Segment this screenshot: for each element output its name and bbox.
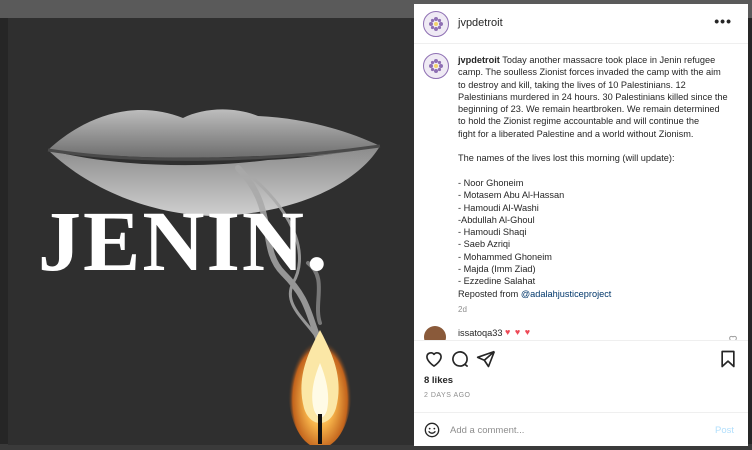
heart-icon[interactable] — [424, 349, 444, 369]
repost-handle-link[interactable]: @adalahjusticeproject — [521, 289, 612, 299]
caption-avatar[interactable] — [423, 53, 449, 79]
caption-timestamp[interactable]: 2d — [458, 304, 742, 316]
repost-line: Reposted from @adalahjusticeproject — [458, 288, 742, 300]
name-item: - Majda (Imm Ziad) — [458, 264, 536, 275]
caption-line: camp. The soulless Zionist forces invade… — [458, 67, 721, 78]
name-item: - Motasem Abu Al-Hassan — [458, 190, 565, 201]
name-item: -Abdullah Al-Ghoul — [458, 214, 535, 225]
emoji-icon[interactable] — [424, 422, 440, 438]
candle-flame — [288, 328, 352, 445]
caption-line: jvpdetroit Today another massacre took p… — [458, 54, 742, 66]
logo-icon — [429, 17, 443, 31]
caption-username[interactable]: jvpdetroit — [458, 55, 500, 65]
repost-prefix: Reposted from — [458, 288, 519, 299]
caption-line: to destroy and kill, taking the lives of… — [458, 79, 686, 90]
comment-row: issatoqa33 ♥ ♥ ♥ — [414, 326, 748, 340]
likes-count[interactable]: 8 likes — [424, 375, 453, 386]
name-item: - Hamoudi Shaqi — [458, 227, 527, 238]
post-caption: jvpdetroit Today another massacre took p… — [458, 54, 742, 316]
names-intro: The names of the lives lost this morning… — [458, 153, 675, 164]
caption-text: Today another massacre took place in Jen… — [502, 55, 716, 65]
avatar[interactable] — [423, 11, 449, 37]
name-item: - Ezzedine Salahat — [458, 276, 536, 287]
name-item: - Noor Ghoneim — [458, 177, 524, 188]
commenter-username[interactable]: issatoqa33 — [458, 328, 502, 338]
caption-line: beginning of 23. We remain heartbroken. … — [458, 104, 720, 115]
name-item: - Mohammed Ghoneim — [458, 251, 552, 262]
image-title: JENIN. — [38, 193, 330, 289]
comment-input[interactable] — [450, 421, 700, 439]
header-username[interactable]: jvpdetroit — [458, 17, 503, 29]
comment-text: ♥ ♥ ♥ — [505, 327, 532, 337]
name-item: - Saeb Azriqi — [458, 239, 511, 250]
post-button[interactable]: Post — [715, 425, 734, 436]
name-item: - Hamoudi Al-Washi — [458, 202, 539, 213]
action-bar — [414, 340, 748, 380]
comment-bar: Post — [414, 412, 748, 446]
post-date: 2 DAYS AGO — [424, 392, 471, 399]
commenter-avatar[interactable] — [424, 326, 446, 340]
caption-line: Palestinians murdered in 24 hours. 30 Pa… — [458, 91, 728, 102]
share-icon[interactable] — [476, 349, 496, 369]
more-icon[interactable]: ••• — [714, 13, 732, 29]
post-image[interactable]: JENIN. — [8, 18, 414, 445]
save-icon[interactable] — [718, 349, 738, 369]
caption-line: fight for a liberated Palestine and a wo… — [458, 128, 694, 139]
comment-icon[interactable] — [450, 349, 470, 369]
post-header: jvpdetroit ••• — [414, 4, 748, 44]
post-side-panel: jvpdetroit ••• jvpdetroit Today another … — [414, 4, 748, 446]
logo-icon — [429, 59, 443, 73]
caption-line: to hold the Zionist regime accountable a… — [458, 116, 700, 127]
